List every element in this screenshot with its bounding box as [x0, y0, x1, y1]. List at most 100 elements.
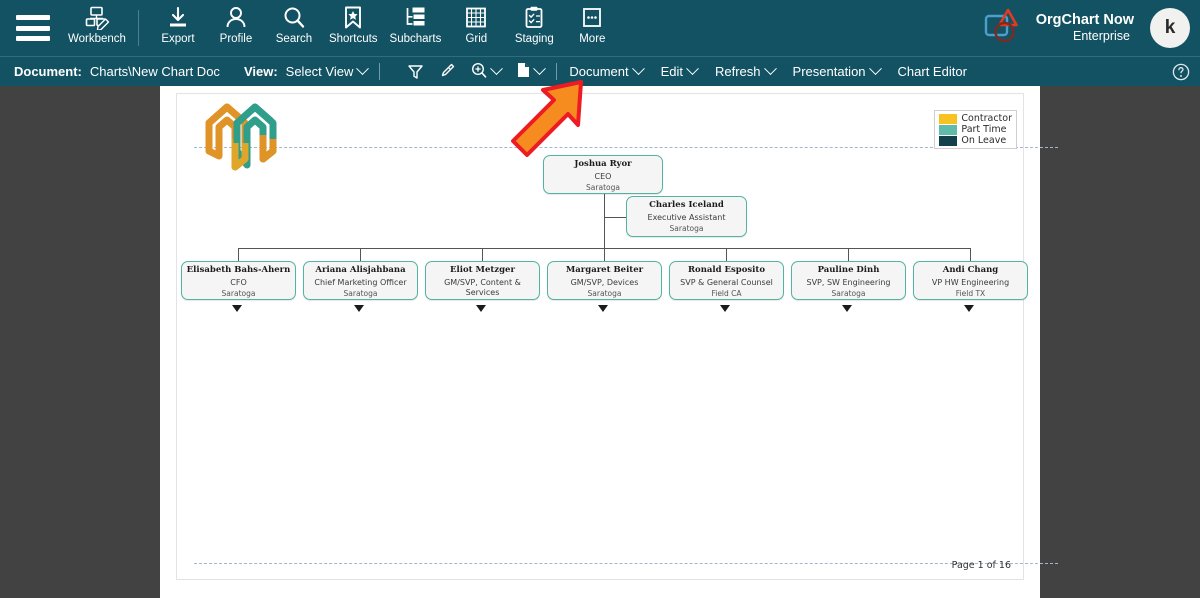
- toolbar-label-profile: Profile: [220, 33, 253, 45]
- toolbar-label-staging: Staging: [515, 33, 554, 45]
- toolbar-item-subcharts[interactable]: Subcharts: [384, 4, 448, 52]
- toolbar-item-export[interactable]: Export: [149, 4, 207, 52]
- toolbar-item-grid[interactable]: Grid: [447, 4, 505, 52]
- toolbar-item-more[interactable]: More: [563, 4, 621, 52]
- org-node-report-2[interactable]: Ariana Alisjahbana Chief Marketing Offic…: [303, 261, 418, 300]
- brand-name: OrgChart Now: [1036, 12, 1134, 29]
- toolbar-divider: [138, 10, 139, 46]
- node-name: Eliot Metzger: [426, 266, 539, 276]
- filter-icon[interactable]: [408, 64, 423, 80]
- avatar[interactable]: k: [1150, 8, 1190, 48]
- bookmark-star-icon: [343, 4, 363, 31]
- node-name: Charles Iceland: [627, 201, 746, 211]
- node-expander-6[interactable]: [842, 305, 852, 312]
- node-location: Field CA: [670, 289, 783, 298]
- chevron-down-icon: [686, 62, 699, 75]
- legend-label-part-time: Part Time: [961, 124, 1006, 135]
- org-node-report-5[interactable]: Ronald Esposito SVP & General Counsel Fi…: [669, 261, 784, 300]
- zoom-in-icon: [471, 62, 487, 81]
- toolbar-label-subcharts: Subcharts: [390, 33, 442, 45]
- node-name: Elisabeth Bahs-Ahern: [182, 266, 295, 276]
- node-expander-1[interactable]: [232, 305, 242, 312]
- node-title: Chief Marketing Officer: [304, 278, 417, 288]
- chevron-down-icon: [764, 62, 777, 75]
- toolbar-label-workbench: Workbench: [68, 33, 126, 45]
- document-name[interactable]: Charts\New Chart Doc: [90, 64, 220, 79]
- zoom-control[interactable]: [471, 62, 501, 81]
- view-label: View:: [244, 64, 278, 79]
- node-title: CEO: [544, 172, 662, 182]
- org-node-report-1[interactable]: Elisabeth Bahs-Ahern CFO Saratoga: [181, 261, 296, 300]
- hamburger-menu-icon[interactable]: [16, 15, 50, 41]
- node-expander-3[interactable]: [476, 305, 486, 312]
- menu-refresh[interactable]: Refresh: [715, 64, 775, 79]
- menu-document[interactable]: Document: [569, 64, 642, 79]
- legend-label-on-leave: On Leave: [961, 135, 1006, 146]
- menu-presentation[interactable]: Presentation: [793, 64, 880, 79]
- chevron-down-icon: [869, 62, 882, 75]
- legend-swatch-part-time: [939, 125, 957, 135]
- brand-logo: OrgChart Now Enterprise: [983, 4, 1134, 51]
- help-circle-icon[interactable]: [1172, 63, 1190, 84]
- node-location: Saratoga: [304, 289, 417, 298]
- menu-presentation-label: Presentation: [793, 64, 866, 79]
- org-node-report-4[interactable]: Margaret Beiter GM/SVP, Devices Saratoga: [547, 261, 662, 300]
- legend: Contractor Part Time On Leave: [934, 110, 1017, 149]
- toolbar-separator-2: [556, 63, 557, 80]
- chevron-down-icon: [632, 62, 645, 75]
- node-location: Saratoga: [548, 289, 661, 298]
- legend-swatch-contractor: [939, 114, 957, 124]
- node-expander-4[interactable]: [598, 305, 608, 312]
- menu-refresh-label: Refresh: [715, 64, 761, 79]
- magnifier-icon: [283, 4, 305, 31]
- menu-chart-editor[interactable]: Chart Editor: [898, 64, 967, 79]
- chart-page-inner: Contractor Part Time On Leave: [176, 93, 1024, 580]
- node-location: Saratoga: [544, 183, 662, 192]
- toolbar-label-search: Search: [276, 33, 312, 45]
- download-icon: [167, 4, 189, 31]
- org-node-assistant[interactable]: Charles Iceland Executive Assistant Sara…: [626, 196, 747, 237]
- legend-swatch-on-leave: [939, 136, 957, 146]
- menu-edit-label: Edit: [661, 64, 683, 79]
- org-node-root[interactable]: Joshua Ryor CEO Saratoga: [543, 155, 663, 194]
- menu-edit[interactable]: Edit: [661, 64, 697, 79]
- org-node-report-3[interactable]: Eliot Metzger GM/SVP, Content & Services…: [425, 261, 540, 300]
- highlighter-icon[interactable]: [439, 63, 455, 80]
- node-location: Saratoga: [182, 289, 295, 298]
- node-expander-2[interactable]: [354, 305, 364, 312]
- connector-assistant-stub: [604, 217, 626, 218]
- menu-chart-editor-label: Chart Editor: [898, 64, 967, 79]
- toolbar-item-shortcuts[interactable]: Shortcuts: [323, 4, 384, 52]
- toolbar-item-search[interactable]: Search: [265, 4, 323, 52]
- legend-label-contractor: Contractor: [961, 113, 1012, 124]
- chart-page[interactable]: Contractor Part Time On Leave: [160, 86, 1040, 598]
- toolbar-label-grid: Grid: [465, 33, 487, 45]
- company-logo-icon: [201, 99, 281, 176]
- connector-drop-6: [848, 248, 849, 262]
- view-selector[interactable]: Select View: [286, 64, 368, 79]
- subcharts-icon: [404, 4, 426, 31]
- toolbar-label-shortcuts: Shortcuts: [329, 33, 378, 45]
- page-control[interactable]: [517, 62, 544, 81]
- workbench-icon: [84, 4, 110, 31]
- chart-workspace[interactable]: Contractor Part Time On Leave: [0, 86, 1200, 598]
- connector-drop-4: [604, 248, 605, 262]
- node-location: Field TX: [914, 289, 1027, 298]
- toolbar-item-workbench[interactable]: Workbench: [62, 4, 132, 52]
- node-name: Ronald Esposito: [670, 266, 783, 276]
- node-expander-7[interactable]: [964, 305, 974, 312]
- node-title: SVP & General Counsel: [670, 278, 783, 288]
- org-node-report-6[interactable]: Pauline Dinh SVP, SW Engineering Saratog…: [791, 261, 906, 300]
- node-location: Field CA: [426, 299, 539, 300]
- node-name: Andi Chang: [914, 266, 1027, 276]
- chevron-down-icon: [533, 62, 546, 75]
- brand-edition: Enterprise: [1036, 29, 1134, 43]
- page-icon: [517, 62, 530, 81]
- toolbar-label-export: Export: [161, 33, 194, 45]
- org-node-report-7[interactable]: Andi Chang VP HW Engineering Field TX: [913, 261, 1028, 300]
- main-toolbar: Workbench Export Profile Search: [0, 0, 1200, 56]
- toolbar-item-profile[interactable]: Profile: [207, 4, 265, 52]
- node-expander-5[interactable]: [720, 305, 730, 312]
- connector-drop-3: [482, 248, 483, 262]
- toolbar-item-staging[interactable]: Staging: [505, 4, 563, 52]
